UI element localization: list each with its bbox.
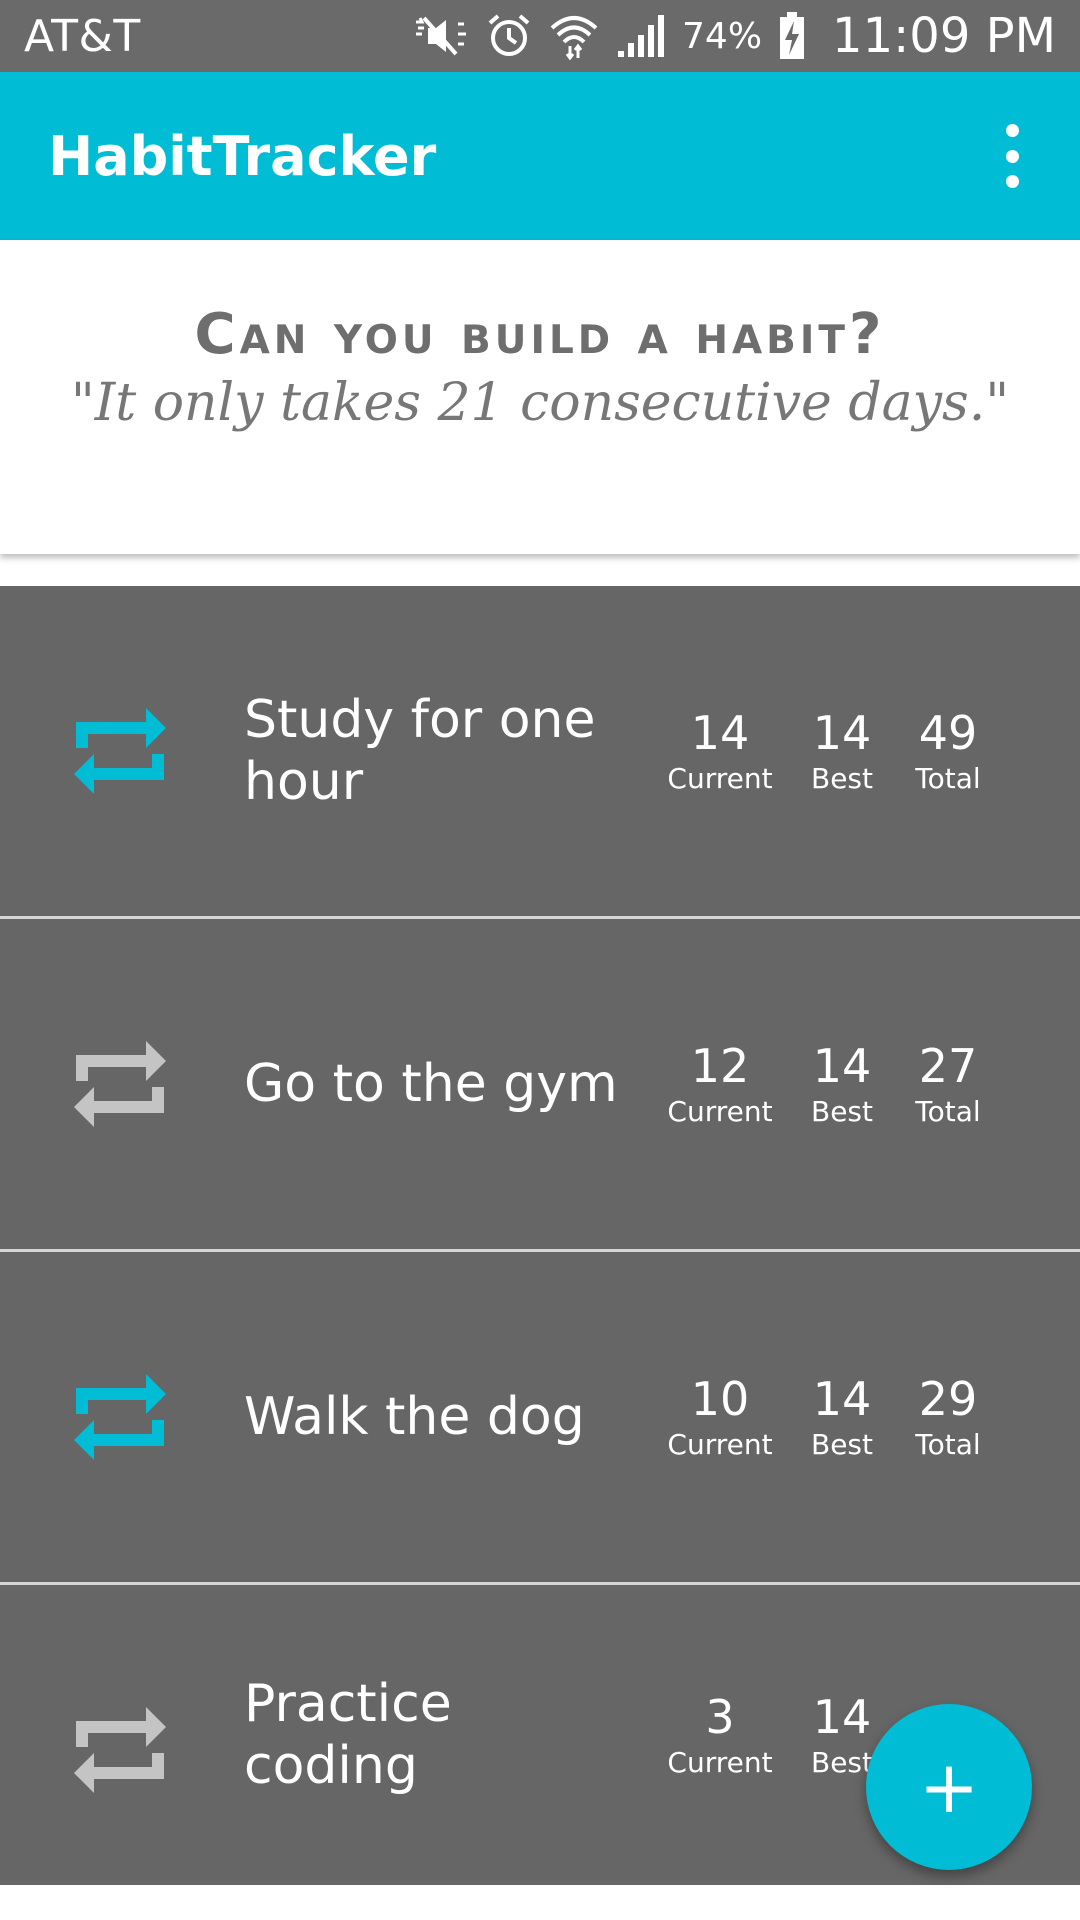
clock: 11:09 PM [832, 8, 1056, 64]
best-streak: 14 Best [811, 1585, 873, 1885]
habit-name: Study for one hour [244, 690, 596, 812]
repeat-icon[interactable] [70, 700, 170, 800]
total-count-label: Total [915, 762, 981, 795]
best-streak-label: Best [810, 1428, 874, 1461]
habit-name: Walk the dog [244, 1387, 585, 1447]
best-streak: 14 Best [811, 919, 873, 1249]
current-streak-value: 10 [690, 1372, 750, 1426]
total-count-label: Total [915, 1428, 981, 1461]
app-bar: HabitTracker [0, 72, 1080, 240]
carrier-label: AT&T [24, 10, 141, 62]
total-count-value: 49 [918, 706, 978, 760]
menu-dot [1005, 124, 1019, 137]
best-streak-value: 14 [812, 706, 872, 760]
habit-row[interactable]: Study for one hour 14 Current 14 Best 49… [0, 586, 1080, 919]
battery-percentage: 74% [682, 15, 763, 57]
current-streak: 12 Current [667, 919, 772, 1249]
repeat-icon-glyph [74, 1707, 166, 1793]
repeat-icon-glyph [74, 708, 166, 794]
motivation-card: Can you build a habit? "It only takes 21… [0, 240, 1080, 554]
total-count: 49 Total [915, 586, 980, 916]
total-count: 29 Total [915, 1252, 980, 1582]
repeat-icon[interactable] [70, 1699, 170, 1799]
repeat-icon[interactable] [70, 1366, 170, 1466]
app-title: HabitTracker [48, 124, 437, 188]
best-streak-label: Best [810, 1746, 874, 1779]
repeat-icon-glyph [74, 1374, 166, 1460]
current-streak-label: Current [667, 1095, 773, 1128]
battery-charging-icon [778, 12, 806, 60]
current-streak-label: Current [667, 1428, 773, 1461]
repeat-icon[interactable] [70, 1033, 170, 1133]
total-count: 27 Total [915, 919, 980, 1249]
best-streak: 14 Best [811, 1252, 873, 1582]
total-count-value: 27 [918, 1039, 978, 1093]
add-icon: + [918, 1745, 980, 1829]
habit-name: Go to the gym [244, 1054, 618, 1114]
repeat-icon-glyph [74, 1041, 166, 1127]
wifi-icon [548, 12, 600, 60]
habit-row[interactable]: Go to the gym 12 Current 14 Best 27 Tota… [0, 919, 1080, 1252]
current-streak-label: Current [667, 1746, 773, 1779]
current-streak-label: Current [667, 762, 773, 795]
mute-icon [412, 14, 470, 58]
best-streak-label: Best [810, 1095, 874, 1128]
menu-dot [1005, 149, 1019, 163]
add-habit-button[interactable]: + [866, 1704, 1032, 1870]
headline: Can you build a habit? [194, 302, 886, 367]
habit-list: Study for one hour 14 Current 14 Best 49… [0, 586, 1080, 1885]
menu-dot [1005, 175, 1019, 188]
total-count-label: Total [915, 1095, 981, 1128]
more-vert-icon[interactable] [992, 124, 1032, 188]
current-streak: 10 Current [667, 1252, 772, 1582]
current-streak-value: 3 [705, 1690, 735, 1744]
best-streak: 14 Best [811, 586, 873, 916]
current-streak: 14 Current [667, 586, 772, 916]
current-streak: 3 Current [667, 1585, 772, 1885]
current-streak-value: 14 [690, 706, 750, 760]
status-bar: AT&T 74% 11:09 PM [0, 0, 1080, 72]
habit-name: Practice coding [244, 1674, 452, 1796]
habit-row[interactable]: Walk the dog 10 Current 14 Best 29 Total [0, 1252, 1080, 1585]
status-icons: 74% 11:09 PM [412, 8, 1056, 64]
current-streak-value: 12 [690, 1039, 750, 1093]
total-count-value: 29 [918, 1372, 978, 1426]
best-streak-label: Best [810, 762, 874, 795]
best-streak-value: 14 [812, 1372, 872, 1426]
alarm-icon [486, 13, 532, 59]
best-streak-value: 14 [812, 1039, 872, 1093]
signal-icon [616, 13, 666, 59]
quote: "It only takes 21 consecutive days." [70, 373, 1010, 433]
best-streak-value: 14 [812, 1690, 872, 1744]
